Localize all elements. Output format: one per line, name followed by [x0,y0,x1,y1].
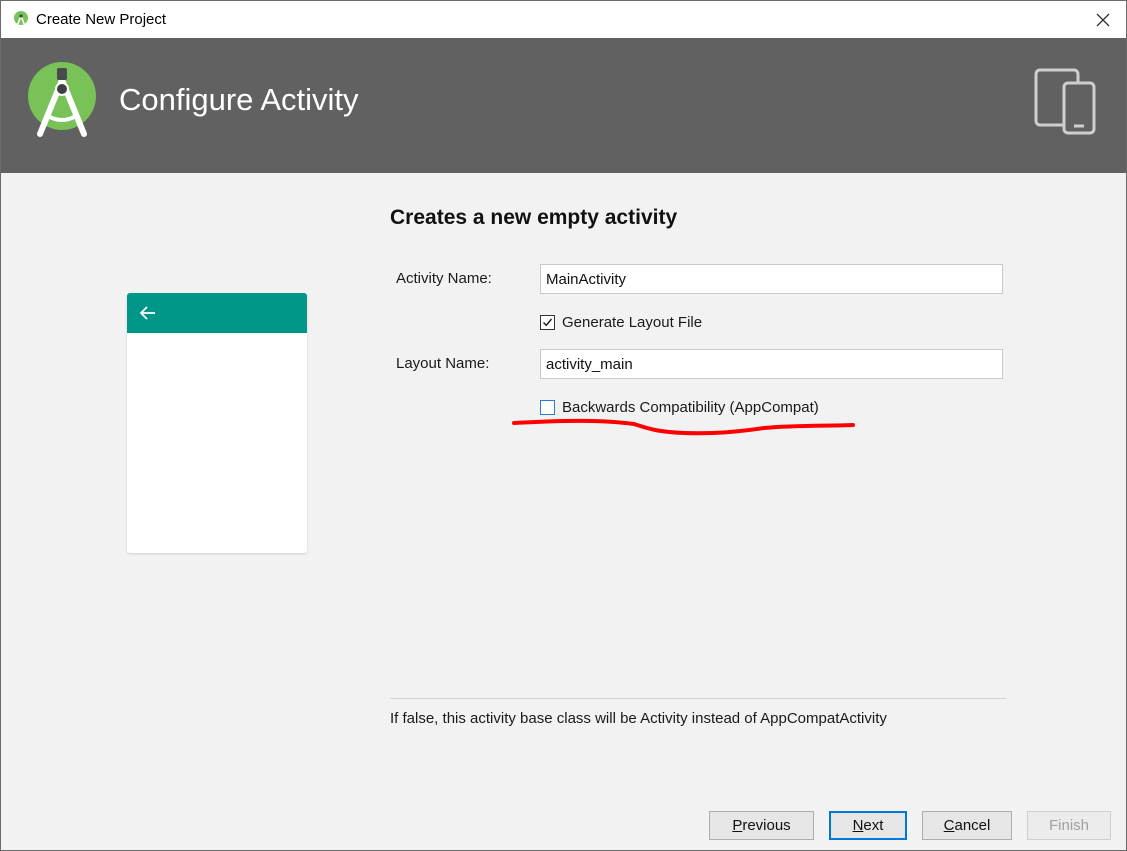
previous-label: revious [742,817,791,834]
activity-name-input[interactable] [540,264,1003,294]
title-bar: Create New Project [1,1,1126,38]
next-mnemonic: N [852,817,864,834]
preview-app-bar [127,293,307,333]
close-icon [1096,13,1110,26]
divider [390,698,1006,699]
wizard-header: Configure Activity [1,38,1126,173]
red-underline-annotation [512,418,855,436]
backwards-compat-checkbox[interactable]: Backwards Compatibility (AppCompat) [540,399,819,416]
finish-button[interactable]: Finish [1027,811,1111,840]
backwards-compat-label: Backwards Compatibility (AppCompat) [562,399,819,416]
window-title: Create New Project [36,11,167,28]
cancel-label: ancel [954,817,991,834]
previous-button[interactable]: Previous [709,811,814,840]
help-text: If false, this activity base class will … [390,710,887,727]
back-arrow-icon [139,306,155,320]
activity-preview [127,293,307,553]
cancel-mnemonic: C [943,817,955,834]
close-button[interactable] [1080,1,1126,38]
android-studio-icon [14,11,28,27]
android-studio-logo [28,62,96,137]
checkbox-box[interactable] [540,315,555,330]
finish-label: Finish [1048,817,1089,834]
page-heading: Configure Activity [119,82,359,117]
previous-mnemonic: P [732,817,743,834]
checkbox-box[interactable] [540,400,555,415]
checkmark-icon [542,318,553,327]
generate-layout-checkbox[interactable]: Generate Layout File [540,314,702,331]
cancel-button[interactable]: Cancel [922,811,1012,840]
layout-name-input[interactable] [540,349,1003,379]
create-new-project-window: Create New Project Configure Activity Cr… [0,0,1127,851]
form-title: Creates a new empty activity [390,206,678,229]
next-button[interactable]: Next [829,811,907,840]
activity-name-label: Activity Name: [396,270,492,287]
devices-icon [1034,68,1096,135]
generate-layout-label: Generate Layout File [562,314,703,331]
layout-name-label: Layout Name: [396,355,490,372]
next-label: ext [863,817,884,834]
